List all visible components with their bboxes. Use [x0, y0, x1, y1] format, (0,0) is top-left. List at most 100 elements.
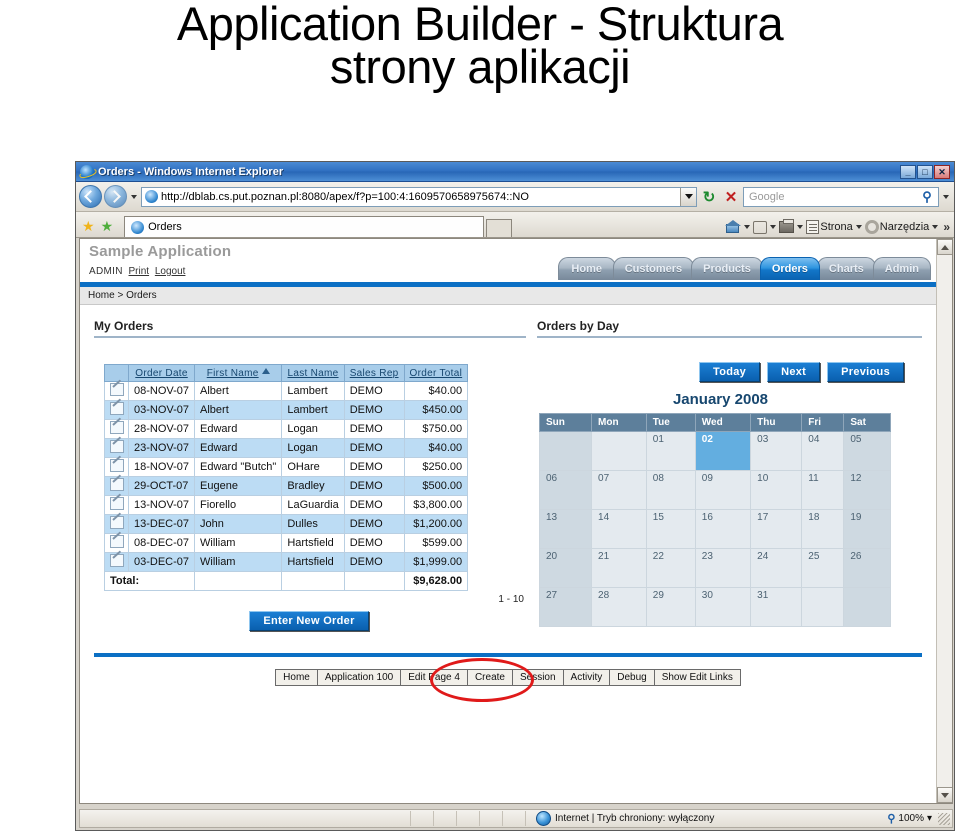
calendar-day-cell[interactable]: 26 — [843, 548, 891, 588]
column-header-last-name[interactable]: Last Name — [281, 364, 345, 382]
dev-link-show-edit-links[interactable]: Show Edit Links — [655, 670, 740, 685]
dev-link-debug[interactable]: Debug — [610, 670, 655, 685]
edit-row-cell[interactable] — [104, 514, 129, 534]
page-menu-icon[interactable] — [806, 220, 820, 234]
enter-new-order-button[interactable]: Enter New Order — [249, 611, 369, 631]
calendar-day-cell[interactable]: 11 — [801, 470, 845, 510]
edit-row-cell[interactable] — [104, 476, 129, 496]
add-favorite-icon[interactable]: ★ — [101, 219, 114, 233]
address-dropdown-icon[interactable] — [680, 187, 696, 206]
column-header-order-date[interactable]: Order Date — [127, 364, 196, 382]
calendar-day-cell[interactable]: 16 — [694, 509, 752, 549]
security-zone-indicator[interactable]: Internet | Tryb chroniony: wyłączony — [526, 811, 887, 826]
history-dropdown-icon[interactable] — [131, 194, 137, 199]
tab-products[interactable]: Products — [691, 257, 763, 280]
pencil-edit-icon[interactable] — [109, 478, 124, 491]
calendar-day-cell[interactable]: 04 — [801, 431, 845, 471]
dev-link-activity[interactable]: Activity — [564, 670, 611, 685]
maximize-button[interactable]: □ — [917, 164, 933, 179]
calendar-day-cell[interactable]: 29 — [645, 587, 696, 627]
dev-link-application[interactable]: Application 100 — [318, 670, 402, 685]
browser-tab-orders[interactable]: Orders — [124, 216, 485, 237]
tab-customers[interactable]: Customers — [612, 257, 695, 280]
calendar-day-cell[interactable]: 14 — [591, 509, 647, 549]
tab-orders[interactable]: Orders — [759, 257, 820, 280]
new-tab-button[interactable] — [486, 219, 513, 237]
home-dropdown-icon[interactable] — [744, 225, 751, 229]
refresh-icon[interactable]: ↻ — [699, 187, 719, 207]
pencil-edit-icon[interactable] — [109, 497, 124, 510]
tab-admin[interactable]: Admin — [872, 257, 931, 280]
calendar-day-cell[interactable]: 21 — [591, 548, 647, 588]
page-menu-label[interactable]: Strona — [820, 221, 852, 233]
calendar-day-cell[interactable]: 27 — [538, 587, 593, 627]
edit-row-cell[interactable] — [104, 533, 129, 553]
dev-link-session[interactable]: Session — [513, 670, 564, 685]
calendar-day-cell[interactable]: 23 — [694, 548, 752, 588]
pencil-edit-icon[interactable] — [109, 516, 124, 529]
previous-button[interactable]: Previous — [827, 362, 904, 382]
calendar-day-cell[interactable]: 08 — [645, 470, 696, 510]
print-dropdown-icon[interactable] — [797, 225, 804, 229]
address-bar[interactable]: http://dblab.cs.put.poznan.pl:8080/apex/… — [141, 186, 697, 207]
column-header-first-name[interactable]: First Name — [194, 364, 283, 382]
edit-row-cell[interactable] — [104, 400, 129, 420]
calendar-day-cell[interactable]: 19 — [843, 509, 891, 549]
forward-icon[interactable] — [104, 185, 127, 208]
today-button[interactable]: Today — [699, 362, 761, 382]
calendar-day-cell[interactable]: 01 — [645, 431, 696, 471]
dev-link-home[interactable]: Home — [276, 670, 318, 685]
favorites-star-icon[interactable]: ★ — [82, 219, 95, 233]
calendar-day-cell[interactable]: 25 — [801, 548, 845, 588]
tools-menu-caret-icon[interactable] — [932, 225, 939, 229]
feed-dropdown-icon[interactable] — [770, 225, 777, 229]
print-link[interactable]: Print — [129, 266, 150, 277]
edit-row-cell[interactable] — [104, 457, 129, 477]
next-button[interactable]: Next — [767, 362, 821, 382]
calendar-day-cell[interactable]: 18 — [801, 509, 845, 549]
pencil-edit-icon[interactable] — [109, 554, 124, 567]
scroll-up-icon[interactable] — [937, 239, 952, 255]
edit-row-cell[interactable] — [104, 381, 129, 401]
pencil-edit-icon[interactable] — [109, 421, 124, 434]
dev-link-edit-page[interactable]: Edit Page 4 — [401, 670, 468, 685]
calendar-day-cell[interactable]: 15 — [645, 509, 696, 549]
close-button[interactable]: ✕ — [934, 164, 950, 179]
edit-row-cell[interactable] — [104, 419, 129, 439]
tab-charts[interactable]: Charts — [816, 257, 876, 280]
calendar-day-cell[interactable]: 10 — [750, 470, 803, 510]
calendar-day-cell[interactable]: 05 — [843, 431, 891, 471]
toolbar-overflow-icon[interactable]: » — [943, 220, 950, 234]
edit-row-cell[interactable] — [104, 495, 129, 515]
logout-link[interactable]: Logout — [155, 266, 186, 277]
dev-link-create[interactable]: Create — [468, 670, 513, 685]
home-icon[interactable] — [725, 220, 742, 234]
search-input[interactable]: Google ⚲ — [743, 186, 939, 207]
calendar-day-cell[interactable]: 09 — [694, 470, 752, 510]
zoom-caret-icon[interactable]: ▾ — [927, 813, 932, 824]
page-menu-caret-icon[interactable] — [855, 225, 862, 229]
calendar-day-cell[interactable]: 28 — [591, 587, 647, 627]
column-header-sales-rep[interactable]: Sales Rep — [343, 364, 405, 382]
calendar-day-cell[interactable]: 02 — [694, 431, 752, 471]
rss-feed-icon[interactable] — [753, 220, 768, 234]
calendar-day-cell[interactable]: 24 — [750, 548, 803, 588]
search-icon[interactable]: ⚲ — [916, 188, 938, 206]
pencil-edit-icon[interactable] — [109, 402, 124, 415]
pencil-edit-icon[interactable] — [109, 440, 124, 453]
minimize-button[interactable]: _ — [900, 164, 916, 179]
calendar-day-cell[interactable]: 06 — [538, 470, 593, 510]
print-icon[interactable] — [779, 219, 795, 233]
gear-icon[interactable] — [864, 220, 879, 234]
calendar-day-cell[interactable]: 03 — [750, 431, 803, 471]
tools-menu-label[interactable]: Narzędzia — [880, 221, 930, 233]
zoom-control[interactable]: ⚲ 100% ▾ — [887, 812, 938, 825]
calendar-day-cell[interactable]: 20 — [538, 548, 593, 588]
calendar-day-cell[interactable]: 17 — [750, 509, 803, 549]
calendar-day-cell[interactable]: 30 — [694, 587, 752, 627]
calendar-day-cell[interactable]: 22 — [645, 548, 696, 588]
breadcrumb-text[interactable]: Home > Orders — [88, 290, 157, 301]
resize-grip-icon[interactable] — [938, 812, 950, 825]
scroll-down-icon[interactable] — [937, 787, 952, 803]
pencil-edit-icon[interactable] — [109, 535, 124, 548]
